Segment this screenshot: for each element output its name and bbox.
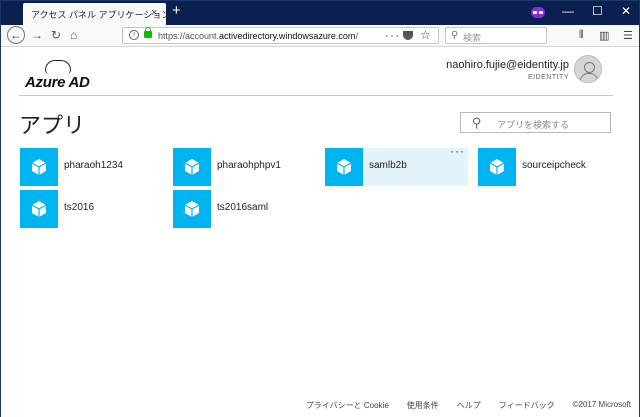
footer-link-terms[interactable]: 使用条件 <box>407 400 439 411</box>
app-cube-icon <box>325 148 363 186</box>
library-icon[interactable]: ⫴ <box>579 29 584 42</box>
app-tile[interactable]: pharaohphpv1 <box>173 148 316 186</box>
browser-search-input[interactable]: ⚲ 検索 <box>445 27 547 44</box>
minimize-button[interactable]: — <box>562 4 574 18</box>
menu-icon[interactable]: ☰ <box>623 29 633 42</box>
browser-window: アクセス パネル アプリケーション × + — ☐ ✕ ← → ↻ ⌂ i ht… <box>0 0 640 417</box>
app-search-placeholder: アプリを検索する <box>497 120 570 130</box>
app-search-input[interactable]: ⚲ アプリを検索する <box>460 112 611 133</box>
private-browsing-icon <box>531 7 545 18</box>
app-tile[interactable]: pharaoh1234 <box>20 148 163 186</box>
close-window-button[interactable]: ✕ <box>621 4 631 18</box>
page-actions-icon[interactable]: ··· <box>385 28 400 42</box>
app-cube-icon <box>478 148 516 186</box>
page-title: アプリ <box>19 113 86 138</box>
app-cube-icon <box>173 148 211 186</box>
new-tab-button[interactable]: + <box>172 2 181 19</box>
tab-title: アクセス パネル アプリケーション <box>31 10 171 20</box>
app-tile-label: pharaoh1234 <box>64 160 123 171</box>
more-options-icon[interactable]: ··· <box>450 144 465 158</box>
browser-search-placeholder: 検索 <box>463 33 482 43</box>
search-icon: ⚲ <box>472 115 482 130</box>
app-tile-label: samlb2b <box>369 160 407 171</box>
app-cube-icon <box>173 190 211 228</box>
app-tile-label: pharaohphpv1 <box>217 160 281 171</box>
browser-tab[interactable]: アクセス パネル アプリケーション × <box>23 3 170 25</box>
app-tile-label: ts2016saml <box>217 202 269 213</box>
navigation-bar: ← → ↻ ⌂ i https://account.activedirector… <box>1 25 639 47</box>
home-icon[interactable]: ⌂ <box>70 28 77 42</box>
app-tile[interactable]: ts2016saml <box>173 190 316 228</box>
tab-close-icon[interactable]: × <box>151 7 157 19</box>
forward-arrow-icon[interactable]: → <box>31 28 43 42</box>
address-bar[interactable]: i https://account.activedirectory.window… <box>122 27 439 44</box>
sidebar-icon[interactable]: ▥ <box>599 29 609 42</box>
cloud-logo-icon <box>45 60 71 74</box>
app-cube-icon <box>20 148 58 186</box>
lock-icon <box>144 27 152 38</box>
footer: プライバシーと Cookie 使用条件 ヘルプ フィードバック ©2017 Mi… <box>306 400 631 411</box>
title-bar: アクセス パネル アプリケーション × + — ☐ ✕ <box>1 1 639 25</box>
app-tile[interactable]: sourceipcheck <box>478 148 621 186</box>
header-divider <box>19 95 613 96</box>
app-tile-label: ts2016 <box>64 202 95 213</box>
url-text[interactable]: https://account.activedirectory.windowsa… <box>158 31 358 41</box>
footer-link-help[interactable]: ヘルプ <box>457 400 481 411</box>
app-tile-selected[interactable]: samlb2b ··· <box>325 144 468 186</box>
footer-link-feedback[interactable]: フィードバック <box>499 400 555 411</box>
tenant-name: EIDENTITY <box>527 74 569 81</box>
pocket-icon[interactable] <box>403 31 413 40</box>
maximize-button[interactable]: ☐ <box>592 4 603 18</box>
page-content: Azure AD naohiro.fujie@eidentity.jp EIDE… <box>1 48 639 417</box>
footer-link-privacy[interactable]: プライバシーと Cookie <box>306 400 389 411</box>
bookmark-star-icon[interactable]: ☆ <box>420 28 431 42</box>
back-arrow-icon[interactable]: ← <box>7 26 25 44</box>
app-cube-icon <box>20 190 58 228</box>
reload-icon[interactable]: ↻ <box>51 28 61 42</box>
app-tile-label: sourceipcheck <box>522 160 586 171</box>
app-tile[interactable]: ts2016 <box>20 190 163 228</box>
search-icon: ⚲ <box>451 30 459 41</box>
avatar[interactable] <box>574 55 602 83</box>
copyright: ©2017 Microsoft <box>572 400 631 409</box>
azure-ad-logo[interactable]: Azure AD <box>25 74 90 91</box>
site-info-icon[interactable]: i <box>129 30 139 40</box>
user-email[interactable]: naohiro.fujie@eidentity.jp <box>446 59 569 71</box>
